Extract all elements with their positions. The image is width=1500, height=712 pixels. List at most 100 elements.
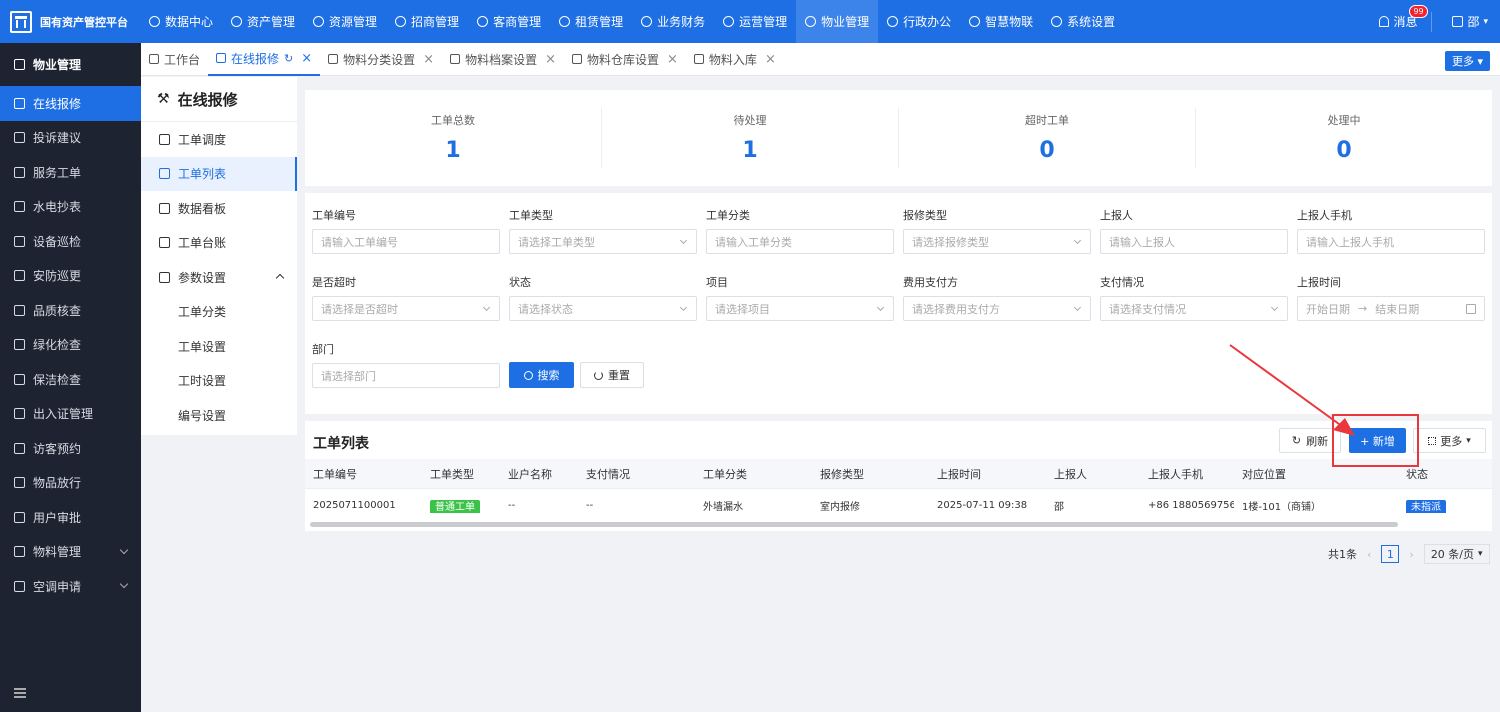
sidebar-title[interactable]: 物业管理	[0, 43, 141, 86]
close-icon[interactable]: ×	[667, 52, 678, 67]
subnav-child-settings[interactable]: 工单设置	[141, 329, 297, 364]
sidebar-item-complaints[interactable]: 投诉建议	[0, 121, 141, 156]
sidebar-item-equipment-inspection[interactable]: 设备巡检	[0, 224, 141, 259]
top-nav: 数据中心 资产管理 资源管理 招商管理 客商管理 租赁管理 业务财务 运营管理 …	[140, 0, 1124, 43]
col-owner[interactable]: 业户名称	[500, 466, 578, 482]
sidebar-item-pass-management[interactable]: 出入证管理	[0, 397, 141, 432]
collapse-menu-icon[interactable]	[14, 688, 26, 698]
subnav-child-numbering[interactable]: 编号设置	[141, 398, 297, 433]
table-row[interactable]: 2025071100001 普通工单 -- -- 外墙漏水 室内报修 2025-…	[305, 489, 1492, 521]
sidebar-item-meter-reading[interactable]: 水电抄表	[0, 190, 141, 225]
topnav-merchant[interactable]: 客商管理	[468, 0, 550, 43]
clipboard-icon	[14, 166, 25, 178]
overtime-select[interactable]: 请选择是否超时	[312, 296, 500, 321]
subnav-item-dispatch[interactable]: 工单调度	[141, 122, 297, 157]
next-page-icon[interactable]: ›	[1409, 548, 1413, 561]
order-list-panel: 工单列表 ↻ 刷新 + 新增 更多 ▾ 工单编号 工单类型 业户名称 支付情况 工单…	[305, 421, 1492, 531]
building-icon	[10, 10, 32, 33]
topnav-operation[interactable]: 运营管理	[714, 0, 796, 43]
topnav-property[interactable]: 物业管理	[796, 0, 879, 43]
search-button[interactable]: 搜索	[509, 362, 574, 388]
home-icon	[805, 16, 817, 27]
messages-button[interactable]: 消息 99	[1365, 5, 1431, 30]
sidebar-item-cleaning-check[interactable]: 保洁检查	[0, 362, 141, 397]
reset-button[interactable]: 重置	[580, 362, 644, 388]
tab-online-repair[interactable]: 在线报修 ↻ ×	[208, 43, 321, 76]
prev-page-icon[interactable]: ‹	[1367, 548, 1371, 561]
sidebar-item-visitor[interactable]: 访客预约	[0, 431, 141, 466]
sidebar-item-service-orders[interactable]: 服务工单	[0, 155, 141, 190]
topnav-lease[interactable]: 租赁管理	[550, 0, 632, 43]
tab-workbench[interactable]: 工作台	[141, 43, 208, 76]
tabs-more-button[interactable]: 更多 ▾	[1444, 51, 1490, 71]
tab-material-inbound[interactable]: 物料入库 ×	[686, 43, 784, 76]
project-select[interactable]: 请选择项目	[706, 296, 894, 321]
filter-reporter: 上报人 请输入上报人	[1100, 207, 1288, 254]
list-more-button[interactable]: 更多 ▾	[1413, 428, 1486, 453]
sidebar-item-ac-request[interactable]: 空调申请	[0, 569, 141, 604]
topnav-resource[interactable]: 资源管理	[304, 0, 386, 43]
department-select[interactable]: 请选择部门	[312, 363, 500, 388]
refresh-icon[interactable]: ↻	[284, 52, 293, 65]
col-report-time[interactable]: 上报时间	[929, 466, 1046, 482]
col-payment[interactable]: 支付情况	[578, 466, 695, 482]
user-menu[interactable]: 邵 ▾	[1431, 11, 1500, 32]
close-icon[interactable]: ×	[423, 52, 434, 67]
topnav-data-center[interactable]: 数据中心	[140, 0, 222, 43]
tab-material-category[interactable]: 物料分类设置 ×	[320, 43, 442, 76]
topnav-investment[interactable]: 招商管理	[386, 0, 468, 43]
sidebar-item-user-approval[interactable]: 用户审批	[0, 500, 141, 535]
sidebar-item-security-patrol[interactable]: 安防巡更	[0, 259, 141, 294]
filter-order-no: 工单编号 请输入工单编号	[312, 207, 500, 254]
horizontal-scrollbar[interactable]	[310, 522, 1398, 527]
sidebar-item-goods-release[interactable]: 物品放行	[0, 466, 141, 501]
page-current[interactable]: 1	[1381, 545, 1400, 563]
close-icon[interactable]: ×	[301, 51, 312, 66]
col-location[interactable]: 对应位置	[1234, 466, 1398, 482]
order-no-input[interactable]: 请输入工单编号	[312, 229, 500, 254]
subnav-child-category[interactable]: 工单分类	[141, 295, 297, 330]
topnav-admin[interactable]: 行政办公	[878, 0, 960, 43]
order-type-select[interactable]: 请选择工单类型	[509, 229, 697, 254]
close-icon[interactable]: ×	[545, 52, 556, 67]
topnav-settings[interactable]: 系统设置	[1042, 0, 1124, 43]
total-count: 共1条	[1328, 548, 1357, 561]
topnav-iot[interactable]: 智慧物联	[960, 0, 1042, 43]
sidebar-item-quality-check[interactable]: 品质核查	[0, 293, 141, 328]
subnav-item-ledger[interactable]: 工单台账	[141, 226, 297, 261]
order-category-input[interactable]: 请输入工单分类	[706, 229, 894, 254]
col-order-type[interactable]: 工单类型	[422, 466, 500, 482]
col-repair-type[interactable]: 报修类型	[812, 466, 929, 482]
subnav-item-params[interactable]: 参数设置	[141, 260, 297, 295]
col-reporter-phone[interactable]: 上报人手机	[1140, 466, 1234, 482]
col-status[interactable]: 状态	[1398, 466, 1492, 482]
subnav-item-dashboard[interactable]: 数据看板	[141, 191, 297, 226]
cube-icon	[231, 16, 243, 27]
page-size-select[interactable]: 20 条/页 ▾	[1423, 544, 1490, 564]
pagination: 共1条 ‹ 1 › 20 条/页 ▾	[1328, 544, 1490, 564]
close-icon[interactable]: ×	[765, 52, 776, 67]
col-order-no[interactable]: 工单编号	[305, 466, 422, 482]
subnav-item-order-list[interactable]: 工单列表	[141, 156, 297, 191]
topnav-asset[interactable]: 资产管理	[222, 0, 304, 43]
gear-icon	[1051, 16, 1063, 27]
subnav-child-hours[interactable]: 工时设置	[141, 364, 297, 399]
sidebar-item-greening-check[interactable]: 绿化检查	[0, 328, 141, 363]
payment-select[interactable]: 请选择支付情况	[1100, 296, 1288, 321]
topnav-finance[interactable]: 业务财务	[632, 0, 714, 43]
reporter-input[interactable]: 请输入上报人	[1100, 229, 1288, 254]
chevron-down-icon: ▾	[1466, 435, 1471, 446]
sidebar-item-online-repair[interactable]: 在线报修	[0, 86, 141, 121]
col-category[interactable]: 工单分类	[695, 466, 812, 482]
tab-material-warehouse[interactable]: 物料仓库设置 ×	[564, 43, 686, 76]
tab-material-archive[interactable]: 物料档案设置 ×	[442, 43, 564, 76]
ledger-icon	[159, 237, 170, 249]
payer-select[interactable]: 请选择费用支付方	[903, 296, 1091, 321]
repair-type-select[interactable]: 请选择报修类型	[903, 229, 1091, 254]
sidebar-item-materials[interactable]: 物料管理	[0, 535, 141, 570]
app-logo[interactable]: 国有资产管控平台	[0, 10, 140, 33]
reporter-phone-input[interactable]: 请输入上报人手机	[1297, 229, 1485, 254]
col-reporter[interactable]: 上报人	[1046, 466, 1140, 482]
report-time-range[interactable]: 开始日期 → 结束日期	[1297, 296, 1485, 321]
status-select[interactable]: 请选择状态	[509, 296, 697, 321]
